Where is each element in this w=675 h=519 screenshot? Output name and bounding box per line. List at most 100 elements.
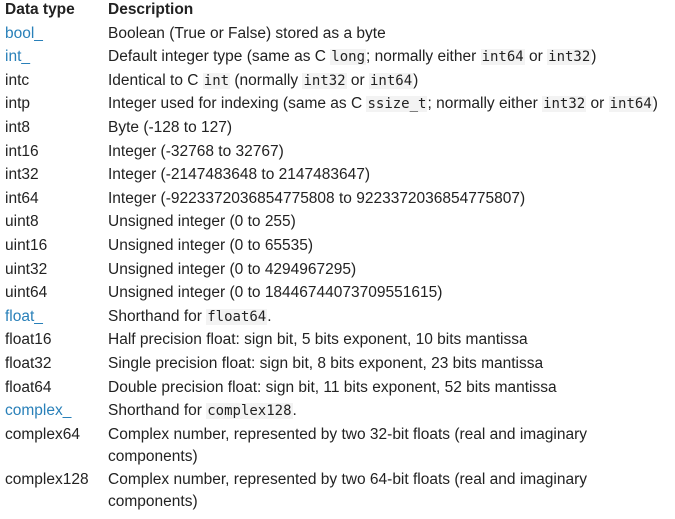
- type-cell: uint32: [5, 257, 108, 281]
- type-cell: float32: [5, 351, 108, 375]
- inline-code: ssize_t: [366, 96, 428, 113]
- description-text: Double precision float: sign bit, 11 bit…: [108, 378, 557, 396]
- description-text: .: [292, 402, 297, 420]
- description-cell: Shorthand for complex128.: [108, 399, 670, 423]
- table-header-row: Data type Description: [5, 0, 670, 21]
- table-row: uint32 Unsigned integer (0 to 4294967295): [5, 257, 670, 281]
- table-row: int64 Integer (-9223372036854775808 to 92…: [5, 186, 670, 210]
- description-text: Complex number, represented by two 32-bi…: [108, 425, 588, 465]
- table-row: complex64 Complex number, represented by …: [5, 422, 670, 468]
- description-cell: Complex number, represented by two 64-bi…: [108, 468, 670, 514]
- inline-code: int32: [542, 96, 587, 113]
- description-text: Default integer type (same as C: [108, 48, 331, 66]
- type-cell: bool_: [5, 21, 108, 45]
- inline-code: long: [330, 49, 366, 66]
- type-cell: int16: [5, 139, 108, 163]
- description-text: or: [346, 71, 369, 89]
- inline-code: int: [202, 72, 231, 89]
- type-cell: complex_: [5, 399, 108, 423]
- type-name: float32: [5, 354, 52, 372]
- type-link[interactable]: bool_: [5, 25, 43, 42]
- description-text: Integer used for indexing (same as C: [108, 95, 367, 113]
- description-text: (normally: [230, 71, 303, 89]
- type-name: intc: [5, 71, 30, 89]
- table-row: int_ Default integer type (same as C long…: [5, 45, 670, 69]
- header-description: Description: [108, 1, 194, 18]
- table-row: float16 Half precision float: sign bit, 5…: [5, 328, 670, 352]
- description-cell: Shorthand for float64.: [108, 304, 670, 328]
- table-row: bool_ Boolean (True or False) stored as a…: [5, 21, 670, 45]
- table-row: uint64 Unsigned integer (0 to 18446744073…: [5, 281, 670, 305]
- description-cell: Integer used for indexing (same as C ssi…: [108, 92, 670, 116]
- description-text: Unsigned integer (0 to 255): [108, 213, 296, 231]
- type-cell: int64: [5, 186, 108, 210]
- description-cell: Integer (-2147483648 to 2147483647): [108, 163, 670, 187]
- description-text: ; normally either: [366, 48, 481, 66]
- type-cell: uint8: [5, 210, 108, 234]
- description-cell: Complex number, represented by two 32-bi…: [108, 422, 670, 468]
- type-link[interactable]: complex_: [5, 402, 71, 419]
- description-text: Integer (-32768 to 32767): [108, 142, 284, 160]
- type-cell: int32: [5, 163, 108, 187]
- description-text: Complex number, represented by two 64-bi…: [108, 471, 588, 511]
- description-cell: Byte (-128 to 127): [108, 115, 670, 139]
- table-row: intc Identical to C int (normally int32 o…: [5, 68, 670, 92]
- type-name: complex128: [5, 471, 89, 489]
- data-types-table: Data type Description bool_ Boolean (True…: [5, 0, 670, 513]
- description-text: Unsigned integer (0 to 18446744073709551…: [108, 284, 443, 302]
- type-name: int16: [5, 142, 39, 160]
- table-row: uint16 Unsigned integer (0 to 65535): [5, 233, 670, 257]
- description-cell: Double precision float: sign bit, 11 bit…: [108, 375, 670, 399]
- description-text: Shorthand for: [108, 307, 207, 325]
- type-cell: uint64: [5, 281, 108, 305]
- header-data-type: Data type: [5, 1, 75, 18]
- type-name: int8: [5, 118, 30, 136]
- description-cell: Single precision float: sign bit, 8 bits…: [108, 351, 670, 375]
- description-cell: Half precision float: sign bit, 5 bits e…: [108, 328, 670, 352]
- description-cell: Integer (-9223372036854775808 to 9223372…: [108, 186, 670, 210]
- description-cell: Integer (-32768 to 32767): [108, 139, 670, 163]
- description-text: ): [413, 71, 419, 89]
- description-cell: Unsigned integer (0 to 18446744073709551…: [108, 281, 670, 305]
- inline-code: float64: [206, 308, 268, 325]
- description-text: Integer (-9223372036854775808 to 9223372…: [108, 189, 526, 207]
- type-name: int64: [5, 189, 39, 207]
- type-cell: intc: [5, 68, 108, 92]
- table-row: int32 Integer (-2147483648 to 2147483647): [5, 163, 670, 187]
- description-cell: Unsigned integer (0 to 255): [108, 210, 670, 234]
- table-row: int8 Byte (-128 to 127): [5, 115, 670, 139]
- type-name: complex64: [5, 425, 80, 443]
- type-link[interactable]: float_: [5, 308, 43, 325]
- description-text: ): [591, 48, 597, 66]
- type-cell: int_: [5, 45, 108, 69]
- description-text: Unsigned integer (0 to 4294967295): [108, 260, 357, 278]
- type-cell: float_: [5, 304, 108, 328]
- description-text: ; normally either: [427, 95, 543, 113]
- description-cell: Identical to C int (normally int32 or in…: [108, 68, 670, 92]
- type-name: uint16: [5, 236, 48, 254]
- description-cell: Unsigned integer (0 to 4294967295): [108, 257, 670, 281]
- description-text: or: [524, 48, 548, 66]
- inline-code: int64: [369, 72, 414, 89]
- description-text: ): [652, 95, 658, 113]
- table-row: float32 Single precision float: sign bit,…: [5, 351, 670, 375]
- description-text: Unsigned integer (0 to 65535): [108, 236, 314, 254]
- description-text: Byte (-128 to 127): [108, 118, 233, 136]
- description-cell: Unsigned integer (0 to 65535): [108, 233, 670, 257]
- description-text: Boolean (True or False) stored as a byte: [108, 24, 386, 42]
- table-row: intp Integer used for indexing (same as C…: [5, 92, 670, 116]
- description-text: Shorthand for: [108, 402, 207, 420]
- table-row: uint8 Unsigned integer (0 to 255): [5, 210, 670, 234]
- table-row: complex128 Complex number, represented by…: [5, 468, 670, 514]
- description-text: Single precision float: sign bit, 8 bits…: [108, 354, 544, 372]
- inline-code: int64: [480, 49, 525, 66]
- type-name: uint32: [5, 260, 48, 278]
- type-name: float16: [5, 331, 52, 349]
- type-link[interactable]: int_: [5, 48, 30, 65]
- description-text: or: [586, 95, 609, 113]
- type-cell: float16: [5, 328, 108, 352]
- description-cell: Boolean (True or False) stored as a byte: [108, 21, 670, 45]
- description-text: .: [267, 307, 272, 325]
- type-cell: intp: [5, 92, 108, 116]
- table-row: float64 Double precision float: sign bit,…: [5, 375, 670, 399]
